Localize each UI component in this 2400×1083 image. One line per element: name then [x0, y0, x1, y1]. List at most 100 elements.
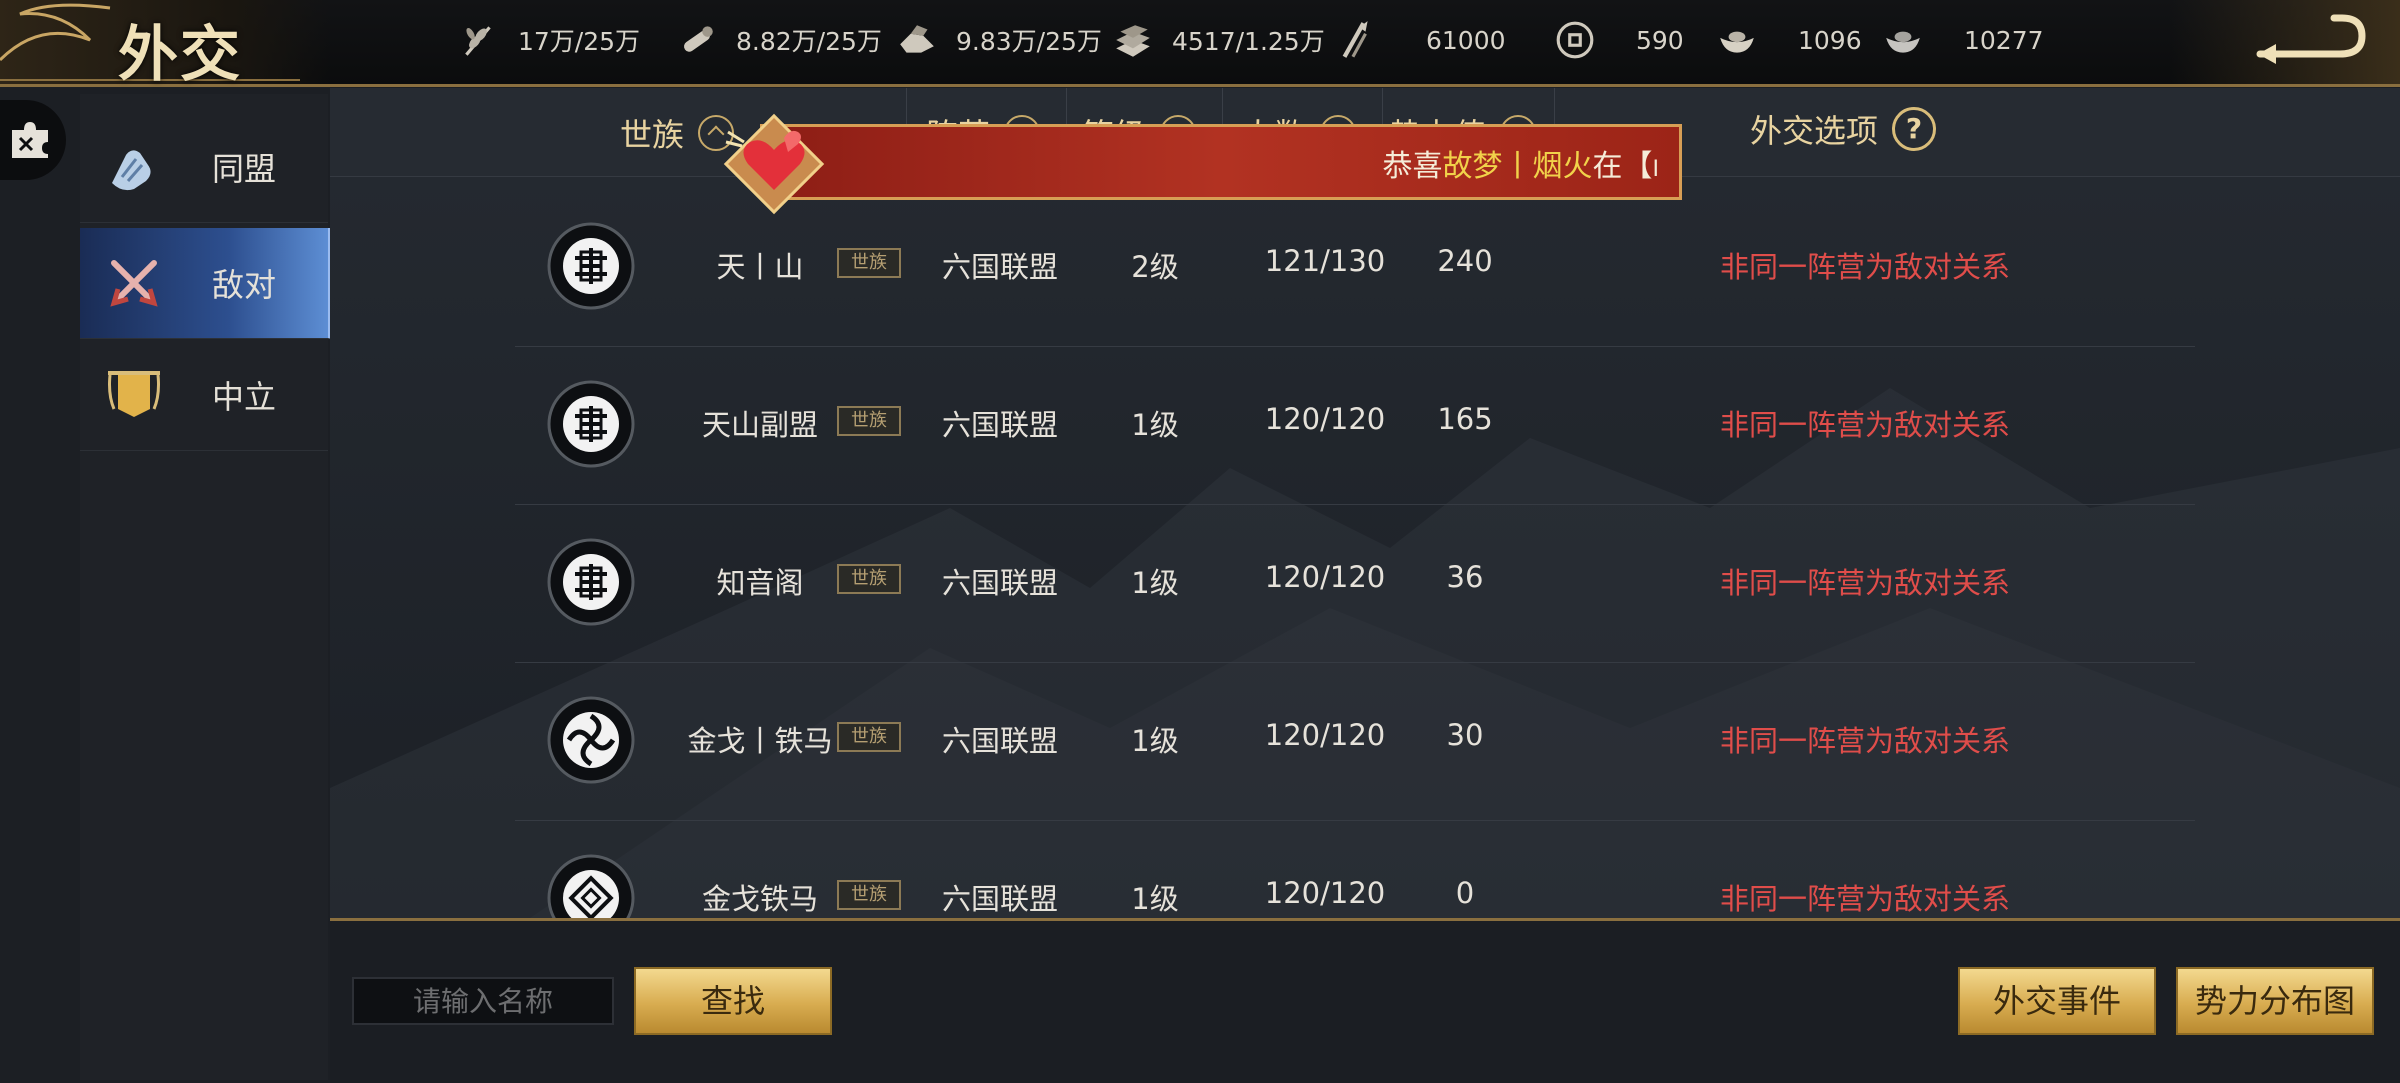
help-icon[interactable]: ? — [1892, 107, 1937, 151]
camp-cell: 六国联盟 — [941, 250, 1058, 284]
resource-wheat[interactable]: 17万/25万 — [458, 20, 640, 60]
people-cell: 120/120 — [1264, 876, 1386, 910]
clan-tag-badge: 世族 — [837, 880, 901, 910]
table-row[interactable]: 知音阁 世族 六国联盟 1级 120/120 36 非同一阵营为敌对关系 — [515, 504, 2195, 663]
clan-name: 天丨山 — [716, 250, 804, 284]
heart-icon — [723, 113, 825, 215]
search-button[interactable]: 查找 — [634, 967, 832, 1035]
clan-tag-badge: 世族 — [837, 564, 901, 594]
longevity-emblem-icon — [547, 538, 635, 626]
power-cell: 0 — [1455, 876, 1475, 910]
swirl-emblem-icon — [547, 696, 635, 784]
resource-iron[interactable]: 4517/1.25万 — [1112, 20, 1325, 60]
handshake-icon — [112, 150, 151, 191]
gold-ingot-icon — [1720, 31, 1754, 53]
relation-cell: 非同一阵营为敌对关系 — [1719, 724, 2010, 758]
left-badge[interactable] — [0, 100, 66, 180]
resource-gold[interactable]: 1096 — [1716, 20, 1862, 60]
sidebar-item-label: 中立 — [212, 378, 277, 416]
hostile-list-panel: 世族 阵营 等级 人数 势力值 外交选项 ? — [330, 88, 2400, 918]
resource-silver[interactable]: 10277 — [1882, 20, 2044, 60]
sidebar-item-hostile[interactable]: 敌对 — [80, 228, 332, 339]
silver-ingot-icon — [1886, 31, 1920, 53]
column-header-clan[interactable]: 世族 — [620, 110, 735, 156]
resource-value: 9.83万/25万 — [956, 27, 1102, 56]
announcement-player-name: 故梦丨烟火 — [1442, 149, 1593, 184]
top-bar: 外交 17万/25万 8.82万/25万 9.83万/25万 4517/1.25… — [0, 0, 2400, 90]
wheat-icon — [465, 26, 491, 56]
sidebar: 同盟 敌对 中立 — [80, 94, 332, 1080]
table-row[interactable]: 天山副盟 世族 六国联盟 1级 120/120 165 非同一阵营为敌对关系 — [515, 346, 2195, 505]
resource-value: 4517/1.25万 — [1172, 27, 1325, 56]
people-cell: 120/120 — [1264, 718, 1386, 752]
copper-coin-icon — [1556, 21, 1594, 59]
camp-cell: 六国联盟 — [941, 724, 1058, 758]
troops-icon — [1342, 21, 1368, 58]
resource-value: 1096 — [1798, 25, 1862, 55]
relation-cell: 非同一阵营为敌对关系 — [1719, 408, 2010, 442]
resource-value: 10277 — [1964, 25, 2044, 55]
people-cell: 120/120 — [1264, 560, 1386, 594]
resource-troops[interactable]: 61000 — [1334, 20, 1506, 60]
announcement-banner[interactable]: 恭喜故梦丨烟火在【I — [760, 124, 1682, 200]
people-cell: 121/130 — [1264, 244, 1386, 278]
stone-icon — [900, 25, 934, 53]
search-input[interactable] — [352, 977, 614, 1025]
clan-tag-badge: 世族 — [837, 248, 901, 278]
sidebar-item-neutral[interactable]: 中立 — [80, 340, 328, 451]
level-cell: 1级 — [1131, 408, 1179, 442]
diplomacy-events-button[interactable]: 外交事件 — [1958, 967, 2156, 1035]
puzzle-icon — [12, 122, 48, 158]
clan-name: 知音阁 — [716, 566, 804, 600]
resource-wood[interactable]: 8.82万/25万 — [676, 20, 882, 60]
clan-tag-badge: 世族 — [837, 722, 901, 752]
bottom-bar: 查找 外交事件 势力分布图 — [330, 918, 2400, 1083]
table-row[interactable]: 金戈铁马 世族 六国联盟 1级 120/120 0 非同一阵营为敌对关系 — [515, 820, 2195, 918]
power-distribution-map-button[interactable]: 势力分布图 — [2176, 967, 2374, 1035]
resource-copper[interactable]: 590 — [1554, 20, 1684, 60]
iron-icon — [1116, 25, 1150, 57]
back-arrow-icon[interactable] — [2250, 10, 2370, 70]
clan-name: 金戈丨铁马 — [687, 724, 833, 758]
resource-value: 8.82万/25万 — [736, 27, 882, 56]
camp-cell: 六国联盟 — [941, 408, 1058, 442]
level-cell: 2级 — [1131, 250, 1179, 284]
announcement-prefix: 恭喜 — [1382, 149, 1443, 184]
title-plate: 外交 — [0, 0, 330, 90]
power-cell: 240 — [1437, 244, 1493, 278]
sidebar-item-label: 敌对 — [212, 266, 277, 304]
announcement-text: 恭喜故梦丨烟火在【I — [1383, 141, 1660, 185]
knot-emblem-icon — [547, 854, 635, 918]
power-cell: 165 — [1437, 402, 1493, 436]
level-cell: 1级 — [1131, 724, 1179, 758]
longevity-emblem-icon — [547, 222, 635, 310]
camp-cell: 六国联盟 — [941, 882, 1058, 916]
camp-cell: 六国联盟 — [941, 566, 1058, 600]
relation-cell: 非同一阵营为敌对关系 — [1719, 566, 2010, 600]
resource-stone[interactable]: 9.83万/25万 — [896, 20, 1102, 60]
resource-value: 61000 — [1426, 25, 1506, 55]
page-title: 外交 — [118, 20, 242, 90]
relation-cell: 非同一阵营为敌对关系 — [1719, 250, 2010, 284]
column-header-options: 外交选项 ? — [1750, 106, 1937, 152]
power-cell: 36 — [1446, 560, 1484, 594]
wood-icon — [684, 26, 713, 52]
people-cell: 120/120 — [1264, 402, 1386, 436]
announcement-tail: I — [1652, 157, 1660, 182]
banner-icon — [108, 371, 160, 417]
sidebar-item-label: 同盟 — [212, 150, 277, 188]
clan-name: 金戈铁马 — [701, 882, 818, 916]
table-row[interactable]: 金戈丨铁马 世族 六国联盟 1级 120/120 30 非同一阵营为敌对关系 — [515, 662, 2195, 821]
power-cell: 30 — [1446, 718, 1484, 752]
column-header-label: 外交选项 — [1750, 112, 1879, 150]
level-cell: 1级 — [1131, 882, 1179, 916]
sidebar-item-alliance[interactable]: 同盟 — [80, 112, 328, 223]
resource-value: 17万/25万 — [518, 27, 641, 56]
crossed-swords-icon — [110, 260, 158, 307]
clan-name: 天山副盟 — [701, 408, 818, 442]
relation-cell: 非同一阵营为敌对关系 — [1719, 882, 2010, 916]
resource-value: 590 — [1636, 25, 1684, 55]
level-cell: 1级 — [1131, 566, 1179, 600]
column-header-label: 世族 — [620, 116, 685, 154]
clan-tag-badge: 世族 — [837, 406, 901, 436]
